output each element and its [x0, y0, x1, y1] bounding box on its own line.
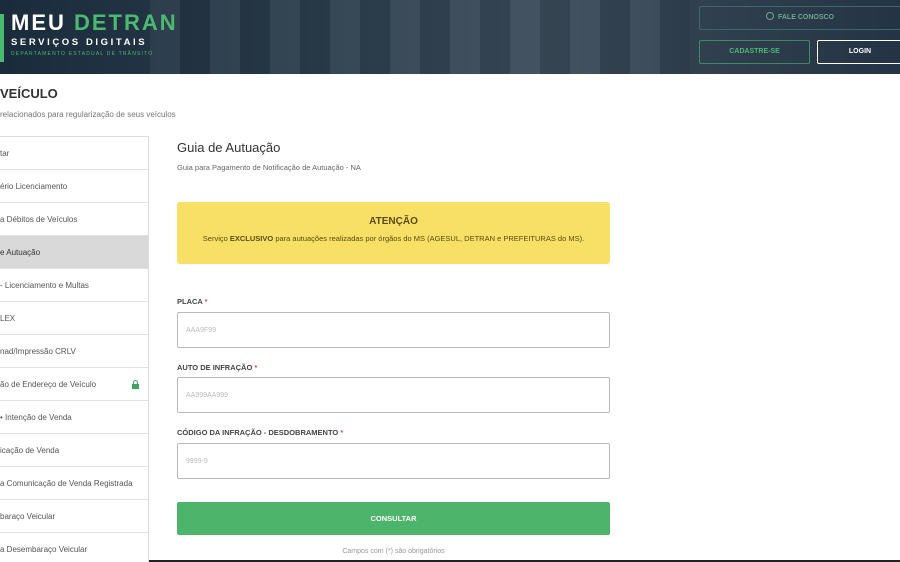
sidebar-item-label: e Autuação — [0, 248, 41, 257]
login-button[interactable]: LOGIN — [817, 40, 900, 64]
sidebar-item-label: - Licenciamento e Multas — [0, 281, 89, 290]
sidebar-item-2[interactable]: a Débitos de Veículos — [0, 203, 148, 236]
form-title: Guia de Autuação — [177, 140, 281, 155]
sidebar-item-label: tar — [0, 149, 10, 158]
form-subtitle: Guia para Pagamento de Notificação de Au… — [177, 163, 361, 172]
sidebar-item-label: LEX — [0, 314, 16, 323]
sidebar-item-label: a Débitos de Veículos — [0, 215, 78, 224]
page-subtitle: relacionados para regularização de seus … — [0, 110, 176, 119]
sidebar-item-5[interactable]: LEX — [0, 302, 148, 335]
alert-title: ATENÇÃO — [369, 216, 418, 227]
brand-name-part2: DETRAN — [74, 10, 178, 35]
alert-emphasis: EXCLUSIVO — [229, 234, 274, 243]
sidebar-item-label: ão de Endereço de Veículo — [0, 380, 97, 389]
logo-accent-bar — [0, 14, 4, 62]
sidebar-item-0[interactable]: tar — [0, 137, 148, 170]
codigo-infracao-label: CÓDIGO DA INFRAÇÃO - DESDOBRAMENTO * — [177, 428, 344, 437]
top-header: MEU DETRAN SERVIÇOS DIGITAIS DEPARTAMENT… — [0, 0, 900, 74]
sidebar-menu: tar ério Licenciamento a Débitos de Veíc… — [0, 136, 149, 562]
headset-icon — [765, 12, 774, 20]
sidebar-item-7[interactable]: ão de Endereço de Veículo — [0, 368, 148, 401]
sidebar-item-label: • Intenção de Venda — [0, 413, 72, 422]
sidebar-item-label: icação de Venda — [0, 446, 60, 455]
sidebar-item-11[interactable]: baraço Veicular — [0, 500, 148, 533]
fale-conosco-button[interactable]: FALE CONOSCO — [699, 6, 900, 30]
brand-department: DEPARTAMENTO ESTADUAL DE TRÂNSITO — [11, 51, 154, 57]
codigo-infracao-input[interactable] — [177, 443, 610, 479]
sidebar-item-4[interactable]: - Licenciamento e Multas — [0, 269, 148, 302]
sidebar-item-label: a Comunicação de Venda Registrada — [0, 479, 133, 488]
sidebar-item-guia-autuacion[interactable]: e Autuação — [0, 236, 148, 269]
required-fields-note: Campos com (*) são obrigatórios — [342, 548, 445, 555]
sidebar-item-label: a Desembaraço Veicular — [0, 545, 88, 554]
placa-label: PLACA * — [177, 297, 208, 306]
auto-infracao-input[interactable] — [177, 377, 610, 413]
placa-input[interactable] — [177, 312, 610, 348]
brand-name-part1: MEU — [11, 10, 74, 35]
sidebar-item-8[interactable]: • Intenção de Venda — [0, 401, 148, 434]
sidebar-item-1[interactable]: ério Licenciamento — [0, 170, 148, 203]
sidebar-item-label: nad/Impressão CRLV — [0, 347, 76, 356]
lock-icon — [132, 380, 139, 389]
sidebar-item-label: baraço Veicular — [0, 512, 56, 521]
fale-conosco-label: FALE CONOSCO — [777, 14, 834, 21]
brand-logo[interactable]: MEU DETRAN — [11, 10, 178, 36]
sidebar-item-12[interactable]: a Desembaraço Veicular — [0, 533, 148, 562]
sidebar-item-10[interactable]: a Comunicação de Venda Registrada — [0, 467, 148, 500]
page-title: VEÍCULO — [0, 86, 58, 101]
attention-alert: ATENÇÃO Serviço EXCLUSIVO para autuações… — [177, 202, 610, 264]
sidebar-item-label: ério Licenciamento — [0, 182, 68, 191]
sidebar-item-9[interactable]: icação de Venda — [0, 434, 148, 467]
consultar-button[interactable]: CONSULTAR — [177, 502, 610, 535]
sidebar-item-6[interactable]: nad/Impressão CRLV — [0, 335, 148, 368]
alert-text: Serviço EXCLUSIVO para autuações realiza… — [202, 234, 585, 243]
auto-infracao-label: AUTO DE INFRAÇÃO * — [177, 363, 258, 372]
cadastre-button[interactable]: CADASTRE-SE — [699, 40, 810, 64]
brand-subtitle: SERVIÇOS DIGITAIS — [11, 37, 148, 48]
